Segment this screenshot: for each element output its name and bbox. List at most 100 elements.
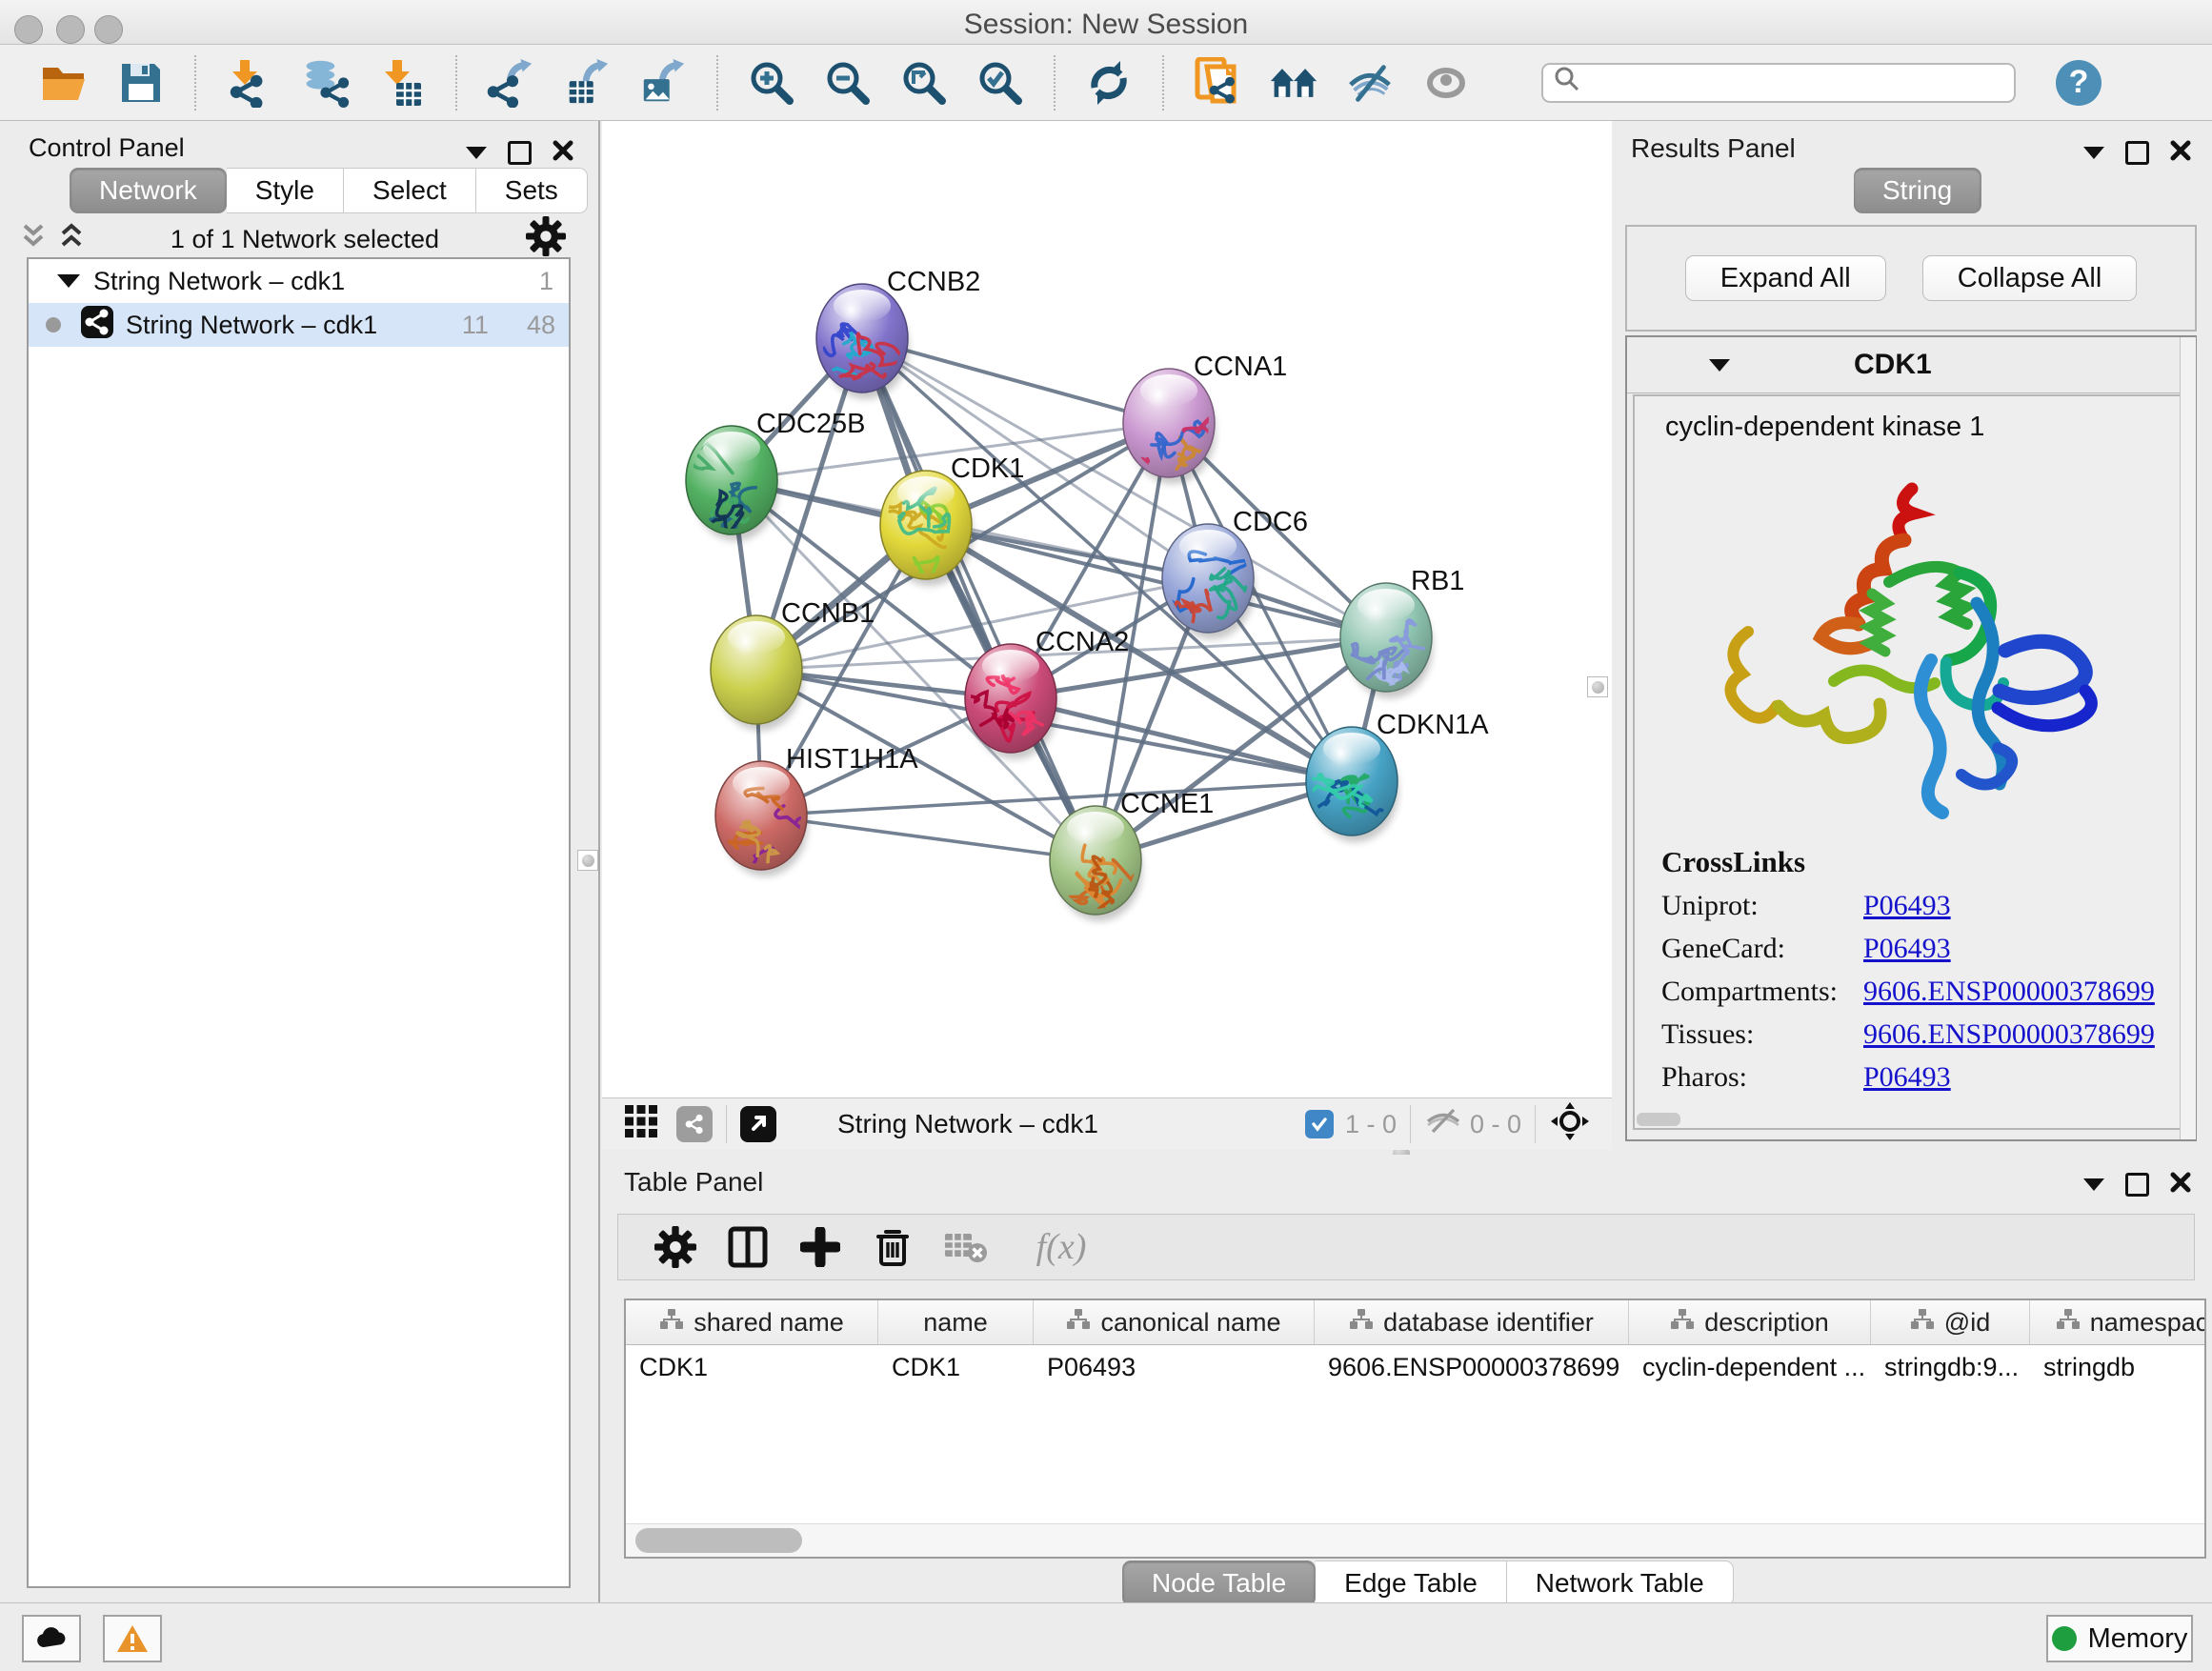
expand-all-button[interactable]: Expand All	[1685, 255, 1886, 301]
table-hscrollbar[interactable]	[626, 1523, 2204, 1557]
warning-status-button[interactable]	[103, 1615, 162, 1662]
add-row-plus-icon[interactable]	[798, 1225, 842, 1269]
crosslink-link[interactable]: 9606.ENSP00000378699	[1863, 1018, 2155, 1051]
column-header-namespace[interactable]: namespace	[2030, 1300, 2206, 1344]
panel-close-icon[interactable]	[553, 138, 573, 168]
collapse-all-networks-icon[interactable]	[21, 222, 46, 257]
open-in-new-window-icon[interactable]	[740, 1106, 776, 1142]
zoom-in-icon[interactable]	[747, 58, 796, 108]
collapse-all-button[interactable]: Collapse All	[1922, 255, 2138, 301]
show-all-icon[interactable]	[1421, 58, 1471, 108]
fit-selected-crosshair-icon[interactable]	[1549, 1100, 1591, 1149]
panel-menu-caret-icon[interactable]	[466, 147, 487, 159]
birds-eye-grid-icon[interactable]	[623, 1103, 659, 1146]
zoom-fit-content-icon[interactable]	[899, 58, 949, 108]
column-header-canonical-name[interactable]: canonical name	[1034, 1300, 1315, 1344]
table-hscroll-thumb[interactable]	[635, 1528, 802, 1553]
left-splitter-handle[interactable]	[577, 850, 598, 871]
network-node-CCNA1[interactable]	[1118, 369, 1225, 513]
crosslink-link[interactable]: P06493	[1863, 890, 1951, 922]
import-table-from-file-icon[interactable]	[377, 58, 427, 108]
crosslink-link[interactable]: 9606.ENSP00000378699	[1863, 976, 2155, 1008]
open-file-icon[interactable]	[40, 58, 90, 108]
memory-button[interactable]: Memory	[2046, 1615, 2193, 1662]
table-close-icon[interactable]	[2170, 1170, 2191, 1199]
import-network-from-database-icon[interactable]	[301, 58, 351, 108]
tab-select[interactable]: Select	[344, 168, 476, 213]
crosslink-link[interactable]: P06493	[1863, 933, 1951, 965]
export-image-icon[interactable]	[638, 58, 688, 108]
toolbar-separator	[194, 55, 196, 111]
toolbar-separator	[455, 55, 457, 111]
network-node-CCNE1[interactable]	[1050, 806, 1188, 925]
network-node-CDK1[interactable]	[880, 471, 973, 586]
panel-float-icon[interactable]	[508, 141, 532, 165]
column-header-shared-name[interactable]: shared name	[626, 1300, 878, 1344]
delete-trash-icon[interactable]	[871, 1225, 915, 1269]
network-options-gear-icon[interactable]	[526, 216, 566, 263]
window-title: Session: New Session	[0, 9, 2212, 41]
save-session-icon[interactable]	[116, 58, 166, 108]
column-label: @id	[1944, 1308, 1990, 1338]
new-network-from-selection-icon[interactable]	[1193, 58, 1242, 108]
network-row[interactable]: String Network – cdk1 11 48	[29, 303, 569, 347]
crosslink-row: Tissues:9606.ENSP00000378699	[1635, 1018, 2185, 1051]
crosslink-label: GeneCard:	[1635, 933, 1863, 965]
zoom-selected-region-icon[interactable]	[975, 58, 1025, 108]
network-node-CCNB2[interactable]	[798, 284, 909, 415]
tab-sets[interactable]: Sets	[476, 168, 588, 213]
network-canvas[interactable]: CCNB2CCNA1CDC25BCDK1CDC6RB1CCNB1CCNA2CDK…	[602, 121, 1612, 1097]
crosslink-link[interactable]: P06493	[1863, 1061, 1951, 1094]
expand-all-networks-icon[interactable]	[59, 222, 84, 257]
help-button[interactable]: ?	[2056, 60, 2101, 106]
tree-expand-caret-icon[interactable]	[57, 274, 80, 288]
entry-hscroll-thumb[interactable]	[1637, 1113, 1680, 1126]
tab-style[interactable]: Style	[227, 168, 344, 213]
entry-collapse-caret-icon[interactable]	[1709, 359, 1730, 372]
tab-network-table[interactable]: Network Table	[1507, 1560, 1734, 1606]
tab-string[interactable]: String	[1854, 168, 1981, 213]
column-header-database-identifier[interactable]: database identifier	[1315, 1300, 1629, 1344]
right-splitter-handle[interactable]	[1587, 676, 1608, 697]
first-neighbors-icon[interactable]	[1269, 58, 1318, 108]
network-node-CDC6[interactable]	[1148, 524, 1262, 639]
zoom-out-icon[interactable]	[823, 58, 873, 108]
control-panel-tabs: NetworkStyleSelectSets	[70, 168, 588, 213]
network-collection-row[interactable]: String Network – cdk1 1	[29, 259, 569, 303]
refresh-network-view-icon[interactable]	[1084, 58, 1134, 108]
column-header-@id[interactable]: @id	[1871, 1300, 2030, 1344]
collection-count: 1	[539, 267, 553, 296]
column-label: namespace	[2090, 1308, 2206, 1338]
tab-edge-table[interactable]: Edge Table	[1316, 1560, 1507, 1606]
search-box[interactable]	[1541, 63, 2016, 103]
search-input[interactable]	[1581, 67, 2004, 98]
results-scrollbar-track[interactable]	[2180, 337, 2196, 1139]
table-float-icon[interactable]	[2125, 1173, 2149, 1197]
export-network-icon[interactable]	[486, 58, 535, 108]
cloud-status-button[interactable]	[22, 1615, 81, 1662]
network-node-HIST1H1A[interactable]	[715, 761, 814, 893]
results-menu-caret-icon[interactable]	[2083, 147, 2104, 159]
tab-node-table[interactable]: Node Table	[1122, 1560, 1316, 1606]
network-node-RB1[interactable]	[1340, 583, 1433, 698]
export-table-icon[interactable]	[562, 58, 612, 108]
results-close-icon[interactable]	[2170, 138, 2191, 168]
network-node-CCNB1[interactable]	[711, 615, 803, 731]
network-node-CDC25B[interactable]	[660, 426, 778, 558]
tab-network[interactable]: Network	[70, 168, 227, 213]
selected-checkbox-icon[interactable]	[1305, 1110, 1334, 1138]
entry-gene-name: CDK1	[1854, 349, 1932, 381]
results-float-icon[interactable]	[2125, 141, 2149, 165]
hide-selection-icon[interactable]	[1345, 58, 1395, 108]
table-row[interactable]: CDK1CDK1P064939606.ENSP00000378699cyclin…	[626, 1345, 2204, 1389]
column-header-name[interactable]: name	[878, 1300, 1034, 1344]
table-options-gear-icon[interactable]	[654, 1225, 697, 1269]
entry-detail-panel: cyclin-dependent kinase 1	[1633, 394, 2187, 1130]
table-menu-caret-icon[interactable]	[2083, 1178, 2104, 1191]
create-column-icon[interactable]	[726, 1225, 770, 1269]
hidden-node-edge-counts: 0 - 0	[1470, 1110, 1521, 1139]
import-network-from-file-icon[interactable]	[225, 58, 274, 108]
memory-ok-dot-icon	[2052, 1626, 2077, 1651]
string-network-badge-icon	[676, 1106, 713, 1142]
column-header-description[interactable]: description	[1629, 1300, 1871, 1344]
